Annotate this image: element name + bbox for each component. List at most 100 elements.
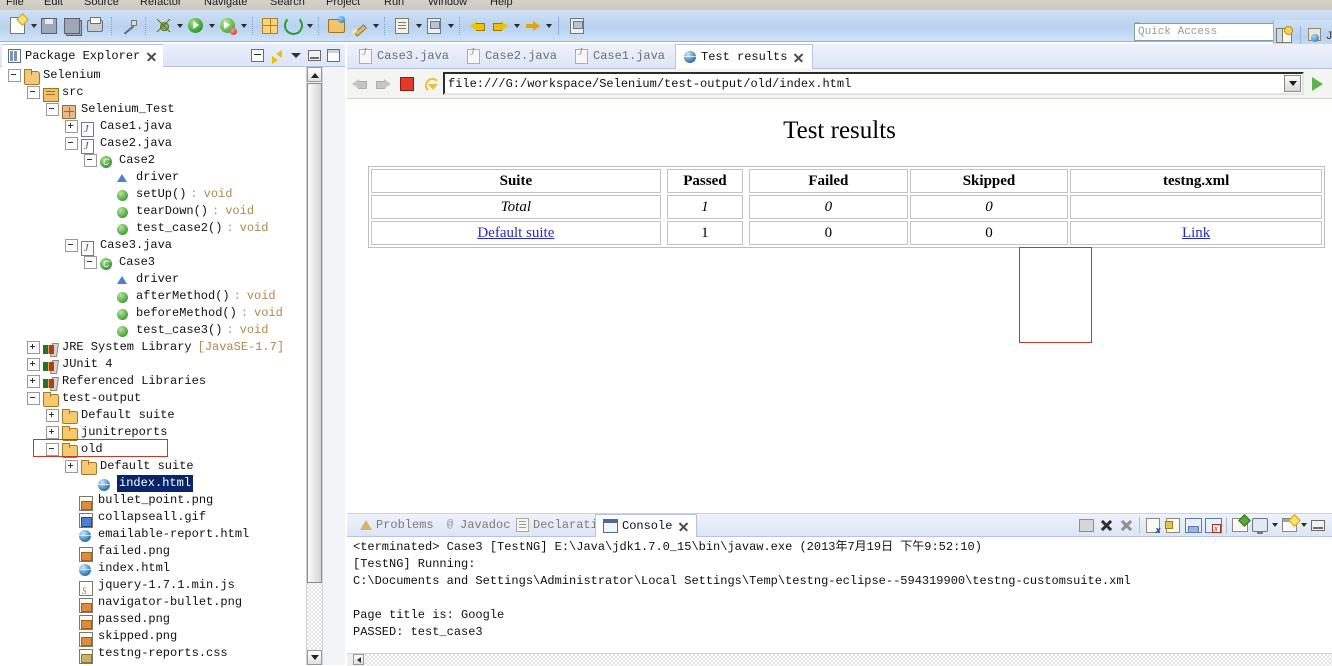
tree-item-bullet-point-png[interactable]: bullet_point.png [0, 492, 322, 509]
tree-item-jquery-1-7-1-min-js[interactable]: jquery-1.7.1.min.js [0, 577, 322, 594]
menu-navigate[interactable]: Navigate [204, 0, 247, 8]
expand-icon[interactable] [27, 375, 40, 388]
tree-item-passed-png[interactable]: passed.png [0, 611, 322, 628]
link-with-editor-button[interactable] [267, 46, 286, 64]
display-selected-console-button[interactable] [1250, 516, 1270, 535]
tab-case3-java[interactable]: Case3.java [351, 44, 457, 68]
menu-project[interactable]: Project [326, 0, 360, 8]
new-package-button[interactable] [259, 15, 281, 37]
forward-to-dropdown[interactable] [544, 15, 553, 37]
new-console-view-button[interactable] [1279, 516, 1299, 535]
tree-item-driver[interactable]: driver [0, 169, 322, 186]
go-button[interactable] [1310, 76, 1326, 92]
tab-console[interactable]: Console [595, 514, 697, 537]
tree-item-case2[interactable]: Case2 [0, 152, 322, 169]
save-all-button[interactable] [61, 15, 83, 37]
collapse-icon[interactable] [8, 69, 21, 82]
tree-item-driver[interactable]: driver [0, 271, 322, 288]
collapse-icon[interactable] [27, 86, 40, 99]
open-type-button[interactable] [325, 15, 347, 37]
project-tree[interactable]: SeleniumsrcSelenium_TestCase1.javaCase2.… [0, 67, 322, 665]
new-wizard-dropdown[interactable] [29, 15, 38, 37]
close-console-button[interactable] [1203, 516, 1223, 535]
url-history-dropdown[interactable] [1284, 75, 1301, 92]
tree-item-failed-png[interactable]: failed.png [0, 543, 322, 560]
forward-dropdown[interactable] [512, 15, 521, 37]
tree-item-setup[interactable]: setUp():void [0, 186, 322, 203]
pin-editor-button[interactable] [566, 15, 588, 37]
tree-item-testng-reports-css[interactable]: testng-reports.css [0, 645, 322, 662]
clear-console-button[interactable] [1143, 516, 1163, 535]
scrollbar-track[interactable] [307, 583, 322, 649]
mark-occurrences-button[interactable] [118, 15, 140, 37]
expand-icon[interactable] [27, 358, 40, 371]
browser-stop-button[interactable] [395, 73, 419, 95]
tree-item-default-suite[interactable]: Default suite [0, 407, 322, 424]
tree-item-case3-java[interactable]: Case3.java [0, 237, 322, 254]
tree-item-beforemethod[interactable]: beforeMethod():void [0, 305, 322, 322]
close-icon[interactable] [146, 51, 157, 62]
tree-item-case1-java[interactable]: Case1.java [0, 118, 322, 135]
tree-item-src[interactable]: src [0, 84, 322, 101]
debug-button[interactable] [152, 15, 174, 37]
tab-package-explorer[interactable]: Package Explorer [2, 44, 163, 67]
external-tools-button[interactable] [282, 15, 304, 37]
tree-item-selenium-test[interactable]: Selenium_Test [0, 101, 322, 118]
debug-dropdown[interactable] [175, 15, 184, 37]
minimize-console-button[interactable] [1308, 516, 1328, 535]
tree-item-emailable-report-html[interactable]: emailable-report.html [0, 526, 322, 543]
close-icon[interactable] [793, 52, 804, 63]
tree-item-teardown[interactable]: tearDown():void [0, 203, 322, 220]
testng-xml-link[interactable]: Link [1182, 225, 1210, 241]
back-button[interactable] [466, 15, 488, 37]
default-suite-link[interactable]: Default suite [477, 225, 554, 241]
collapse-all-button[interactable] [248, 46, 267, 64]
print-button[interactable] [84, 15, 106, 37]
menu-help[interactable]: Help [490, 0, 513, 8]
run-dropdown[interactable] [207, 15, 216, 37]
coverage-dropdown[interactable] [239, 15, 248, 37]
scroll-down-arrow[interactable] [307, 650, 322, 665]
tree-item-referenced-libraries[interactable]: Referenced Libraries [0, 373, 322, 390]
run-button[interactable] [184, 15, 206, 37]
tree-item-test-case2[interactable]: test_case2():void [0, 220, 322, 237]
display-console-dropdown[interactable] [1270, 514, 1279, 536]
scroll-up-arrow[interactable] [307, 67, 322, 82]
maximize-button[interactable] [324, 46, 343, 64]
external-tools-dropdown[interactable] [305, 15, 314, 37]
collapse-icon[interactable] [84, 154, 97, 167]
expand-icon[interactable] [65, 120, 78, 133]
tree-item-selenium[interactable]: Selenium [0, 67, 322, 84]
minimize-button[interactable] [305, 46, 324, 64]
tree-item-test-output[interactable]: test-output [0, 390, 322, 407]
previous-annotation-dropdown[interactable] [446, 15, 455, 37]
collapse-icon[interactable] [46, 103, 59, 116]
tab-test-results[interactable]: Test results [675, 44, 813, 69]
view-menu-button[interactable] [286, 46, 305, 64]
new-console-dropdown[interactable] [1299, 514, 1308, 536]
tree-item-navigator-bullet-png[interactable]: navigator-bullet.png [0, 594, 322, 611]
tree-item-jre-system-library[interactable]: JRE System Library[JavaSE-1.7] [0, 339, 322, 356]
pin-console-button[interactable] [1183, 516, 1203, 535]
expand-icon[interactable] [65, 460, 78, 473]
tab-case2-java[interactable]: Case2.java [459, 44, 565, 68]
tree-item-default-suite[interactable]: Default suite [0, 458, 322, 475]
next-annotation-button[interactable] [391, 15, 413, 37]
tree-item-junitreports[interactable]: junitreports [0, 424, 322, 441]
open-console-button[interactable] [1230, 516, 1250, 535]
tree-vertical-scrollbar[interactable] [306, 67, 322, 665]
console-scroll-track[interactable] [365, 654, 1332, 665]
scroll-lock-button[interactable] [1076, 516, 1096, 535]
tab-case1-java[interactable]: Case1.java [567, 44, 673, 68]
collapse-icon[interactable] [84, 256, 97, 269]
close-icon[interactable] [678, 521, 689, 532]
collapse-icon[interactable] [27, 392, 40, 405]
menu-file[interactable]: File [6, 0, 24, 8]
new-wizard-button[interactable] [6, 15, 28, 37]
menu-refactor[interactable]: Refactor [140, 0, 182, 8]
search-button[interactable] [348, 15, 370, 37]
remove-all-terminated-button[interactable] [1116, 516, 1136, 535]
forward-button[interactable] [489, 15, 511, 37]
expand-icon[interactable] [46, 409, 59, 422]
collapse-icon[interactable] [65, 137, 78, 150]
